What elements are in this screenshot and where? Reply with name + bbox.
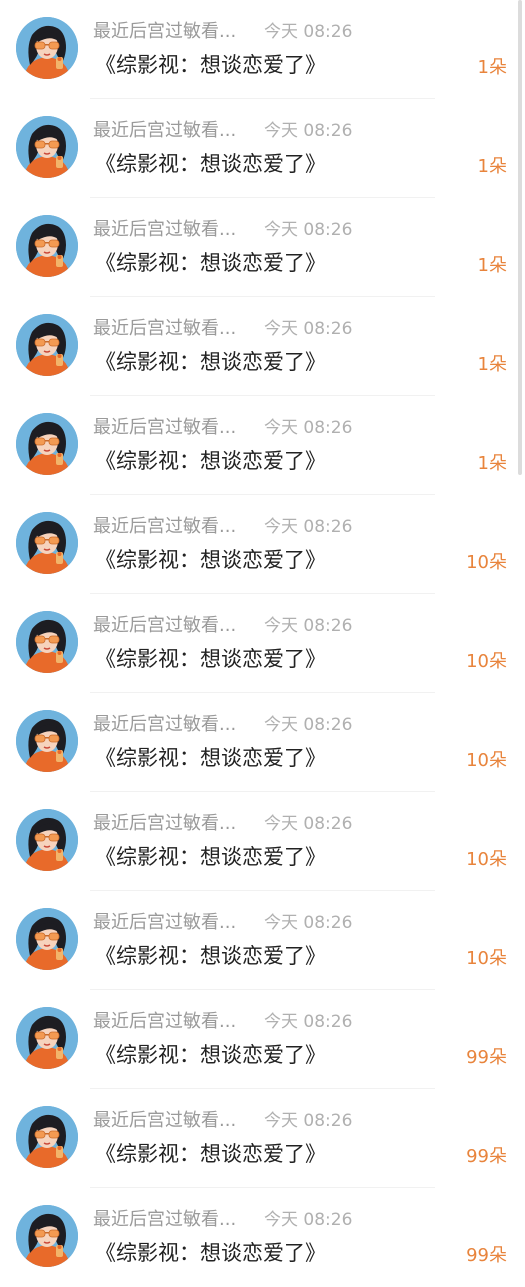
timestamp: 今天 08:26: [264, 616, 353, 636]
user-name: 最近后宫过敏看...: [93, 615, 237, 636]
list-item[interactable]: 最近后宫过敏看... 今天 08:26 《综影视：想谈恋爱了》 10朵: [0, 693, 525, 792]
list-item[interactable]: 最近后宫过敏看... 今天 08:26 《综影视：想谈恋爱了》 10朵: [0, 594, 525, 693]
list-item[interactable]: 最近后宫过敏看... 今天 08:26 《综影视：想谈恋爱了》 1朵: [0, 198, 525, 297]
timestamp: 今天 08:26: [264, 418, 353, 438]
user-avatar-icon[interactable]: [16, 908, 78, 970]
list-item[interactable]: 最近后宫过敏看... 今天 08:26 《综影视：想谈恋爱了》 1朵: [0, 297, 525, 396]
user-name: 最近后宫过敏看...: [93, 813, 237, 834]
flower-count: 10朵: [466, 651, 507, 672]
user-avatar-icon[interactable]: [16, 1205, 78, 1267]
flower-count: 99朵: [466, 1146, 507, 1167]
book-title: 《综影视：想谈恋爱了》: [95, 53, 326, 77]
book-title: 《综影视：想谈恋爱了》: [95, 251, 326, 275]
flower-count: 1朵: [477, 255, 507, 276]
user-avatar-icon[interactable]: [16, 1007, 78, 1069]
user-avatar-icon[interactable]: [16, 1106, 78, 1168]
user-avatar-icon[interactable]: [16, 611, 78, 673]
user-name: 最近后宫过敏看...: [93, 714, 237, 735]
user-name: 最近后宫过敏看...: [93, 1110, 237, 1131]
flower-count: 1朵: [477, 453, 507, 474]
list-item[interactable]: 最近后宫过敏看... 今天 08:26 《综影视：想谈恋爱了》 1朵: [0, 99, 525, 198]
timestamp: 今天 08:26: [264, 220, 353, 240]
user-avatar-icon[interactable]: [16, 215, 78, 277]
list-item[interactable]: 最近后宫过敏看... 今天 08:26 《综影视：想谈恋爱了》 1朵: [0, 396, 525, 495]
scrollbar[interactable]: [518, 0, 522, 475]
list-item[interactable]: 最近后宫过敏看... 今天 08:26 《综影视：想谈恋爱了》 1朵: [0, 0, 525, 99]
user-name: 最近后宫过敏看...: [93, 1011, 237, 1032]
user-avatar-icon[interactable]: [16, 116, 78, 178]
flower-count: 99朵: [466, 1245, 507, 1266]
user-avatar-icon[interactable]: [16, 512, 78, 574]
timestamp: 今天 08:26: [264, 319, 353, 339]
flower-count: 1朵: [477, 156, 507, 177]
list-item[interactable]: 最近后宫过敏看... 今天 08:26 《综影视：想谈恋爱了》 99朵: [0, 990, 525, 1089]
timestamp: 今天 08:26: [264, 1012, 353, 1032]
book-title: 《综影视：想谈恋爱了》: [95, 350, 326, 374]
book-title: 《综影视：想谈恋爱了》: [95, 746, 326, 770]
timestamp: 今天 08:26: [264, 121, 353, 141]
flower-count: 1朵: [477, 354, 507, 375]
flower-count: 10朵: [466, 552, 507, 573]
user-avatar-icon[interactable]: [16, 17, 78, 79]
user-name: 最近后宫过敏看...: [93, 21, 237, 42]
list-item[interactable]: 最近后宫过敏看... 今天 08:26 《综影视：想谈恋爱了》 10朵: [0, 891, 525, 990]
list-item[interactable]: 最近后宫过敏看... 今天 08:26 《综影视：想谈恋爱了》 99朵: [0, 1089, 525, 1188]
flower-count: 10朵: [466, 750, 507, 771]
book-title: 《综影视：想谈恋爱了》: [95, 548, 326, 572]
user-name: 最近后宫过敏看...: [93, 912, 237, 933]
user-avatar-icon[interactable]: [16, 710, 78, 772]
user-avatar-icon[interactable]: [16, 314, 78, 376]
timestamp: 今天 08:26: [264, 814, 353, 834]
book-title: 《综影视：想谈恋爱了》: [95, 845, 326, 869]
user-avatar-icon[interactable]: [16, 413, 78, 475]
user-name: 最近后宫过敏看...: [93, 1209, 237, 1230]
flower-count: 10朵: [466, 849, 507, 870]
flower-count: 1朵: [477, 57, 507, 78]
timestamp: 今天 08:26: [264, 1210, 353, 1230]
list-item[interactable]: 最近后宫过敏看... 今天 08:26 《综影视：想谈恋爱了》 10朵: [0, 495, 525, 594]
flower-count: 99朵: [466, 1047, 507, 1068]
timestamp: 今天 08:26: [264, 22, 353, 42]
timestamp: 今天 08:26: [264, 1111, 353, 1131]
flower-count: 10朵: [466, 948, 507, 969]
timestamp: 今天 08:26: [264, 715, 353, 735]
user-name: 最近后宫过敏看...: [93, 417, 237, 438]
user-name: 最近后宫过敏看...: [93, 318, 237, 339]
list-item[interactable]: 最近后宫过敏看... 今天 08:26 《综影视：想谈恋爱了》 10朵: [0, 792, 525, 891]
book-title: 《综影视：想谈恋爱了》: [95, 449, 326, 473]
book-title: 《综影视：想谈恋爱了》: [95, 1043, 326, 1067]
book-title: 《综影视：想谈恋爱了》: [95, 944, 326, 968]
list-item[interactable]: 最近后宫过敏看... 今天 08:26 《综影视：想谈恋爱了》 99朵: [0, 1188, 525, 1287]
book-title: 《综影视：想谈恋爱了》: [95, 647, 326, 671]
user-name: 最近后宫过敏看...: [93, 516, 237, 537]
user-name: 最近后宫过敏看...: [93, 120, 237, 141]
timestamp: 今天 08:26: [264, 913, 353, 933]
book-title: 《综影视：想谈恋爱了》: [95, 152, 326, 176]
user-avatar-icon[interactable]: [16, 809, 78, 871]
timestamp: 今天 08:26: [264, 517, 353, 537]
book-title: 《综影视：想谈恋爱了》: [95, 1142, 326, 1166]
book-title: 《综影视：想谈恋爱了》: [95, 1241, 326, 1265]
user-name: 最近后宫过敏看...: [93, 219, 237, 240]
